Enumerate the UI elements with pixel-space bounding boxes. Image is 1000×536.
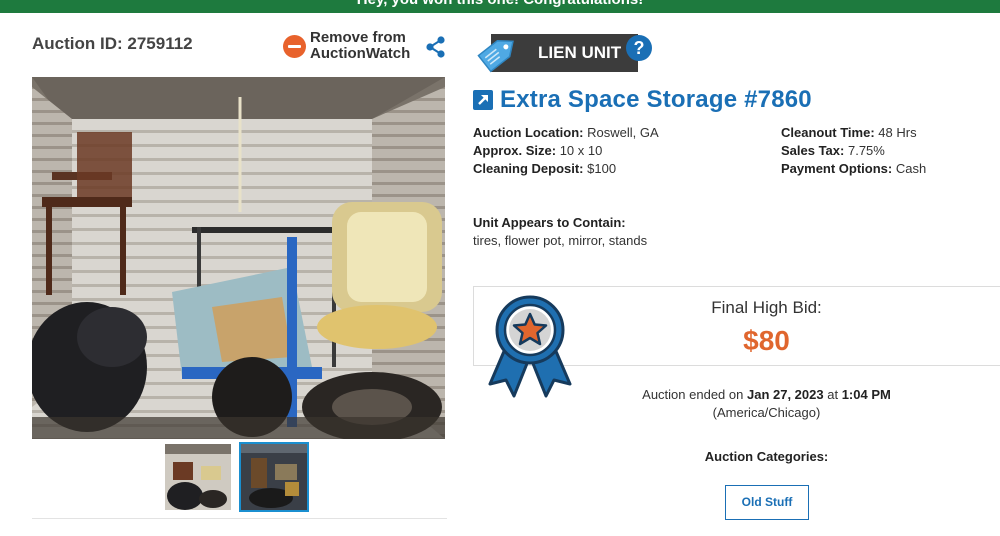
external-link-icon [473, 90, 493, 110]
category-chip-old-stuff[interactable]: Old Stuff [725, 485, 809, 520]
banner-message: Hey, you won this one! Congratulations! [0, 0, 1000, 8]
detail-cleanout: Cleanout Time: 48 Hrs [781, 125, 917, 140]
final-bid-value: $80 [743, 325, 790, 356]
contents-label: Unit Appears to Contain: [473, 215, 626, 230]
ended-timezone: (America/Chicago) [712, 405, 821, 420]
detail-deposit: Cleaning Deposit: $100 [473, 161, 617, 176]
ended-date: Jan 27, 2023 [746, 387, 824, 402]
detail-location: Auction Location: Roswell, GA [473, 125, 659, 140]
auction-id: Auction ID: 2759112 [32, 34, 193, 53]
minus-circle-icon [283, 34, 306, 58]
unit-main-photo[interactable] [32, 77, 445, 439]
remove-auctionwatch-label: Remove from AuctionWatch [310, 29, 411, 62]
remove-auctionwatch-button[interactable]: Remove from AuctionWatch [283, 30, 422, 62]
auction-ended-info: Auction ended on Jan 27, 2023 at 1:04 PM… [539, 386, 994, 422]
thumbnail-2[interactable] [239, 442, 309, 512]
price-tag-icon [477, 40, 514, 73]
unit-details-left: Auction Location: Roswell, GA Approx. Si… [473, 124, 659, 178]
categories-label: Auction Categories: [704, 449, 829, 464]
detail-sales-tax: Sales Tax: 7.75% [781, 143, 885, 158]
unit-title: Extra Space Storage #7860 [500, 86, 812, 113]
photo-thumbnails [165, 442, 309, 512]
unit-title-link[interactable]: Extra Space Storage #7860 [473, 86, 812, 114]
lien-unit-tag: LIEN UNIT [475, 31, 639, 75]
detail-payment: Payment Options: Cash [781, 161, 927, 176]
question-circle-icon[interactable]: ? [626, 35, 652, 61]
share-icon[interactable] [425, 36, 447, 58]
unit-details-right: Cleanout Time: 48 Hrs Sales Tax: 7.75% P… [781, 124, 926, 178]
success-banner: Hey, you won this one! Congratulations! [0, 0, 1000, 13]
detail-size: Approx. Size: 10 x 10 [473, 143, 603, 158]
thumbnail-1[interactable] [165, 444, 231, 510]
award-ribbon-icon [488, 295, 572, 398]
left-divider [32, 518, 447, 519]
contents-value: tires, flower pot, mirror, stands [473, 233, 648, 248]
ended-time: 1:04 PM [841, 387, 891, 402]
final-bid-label: Final High Bid: [711, 298, 822, 317]
